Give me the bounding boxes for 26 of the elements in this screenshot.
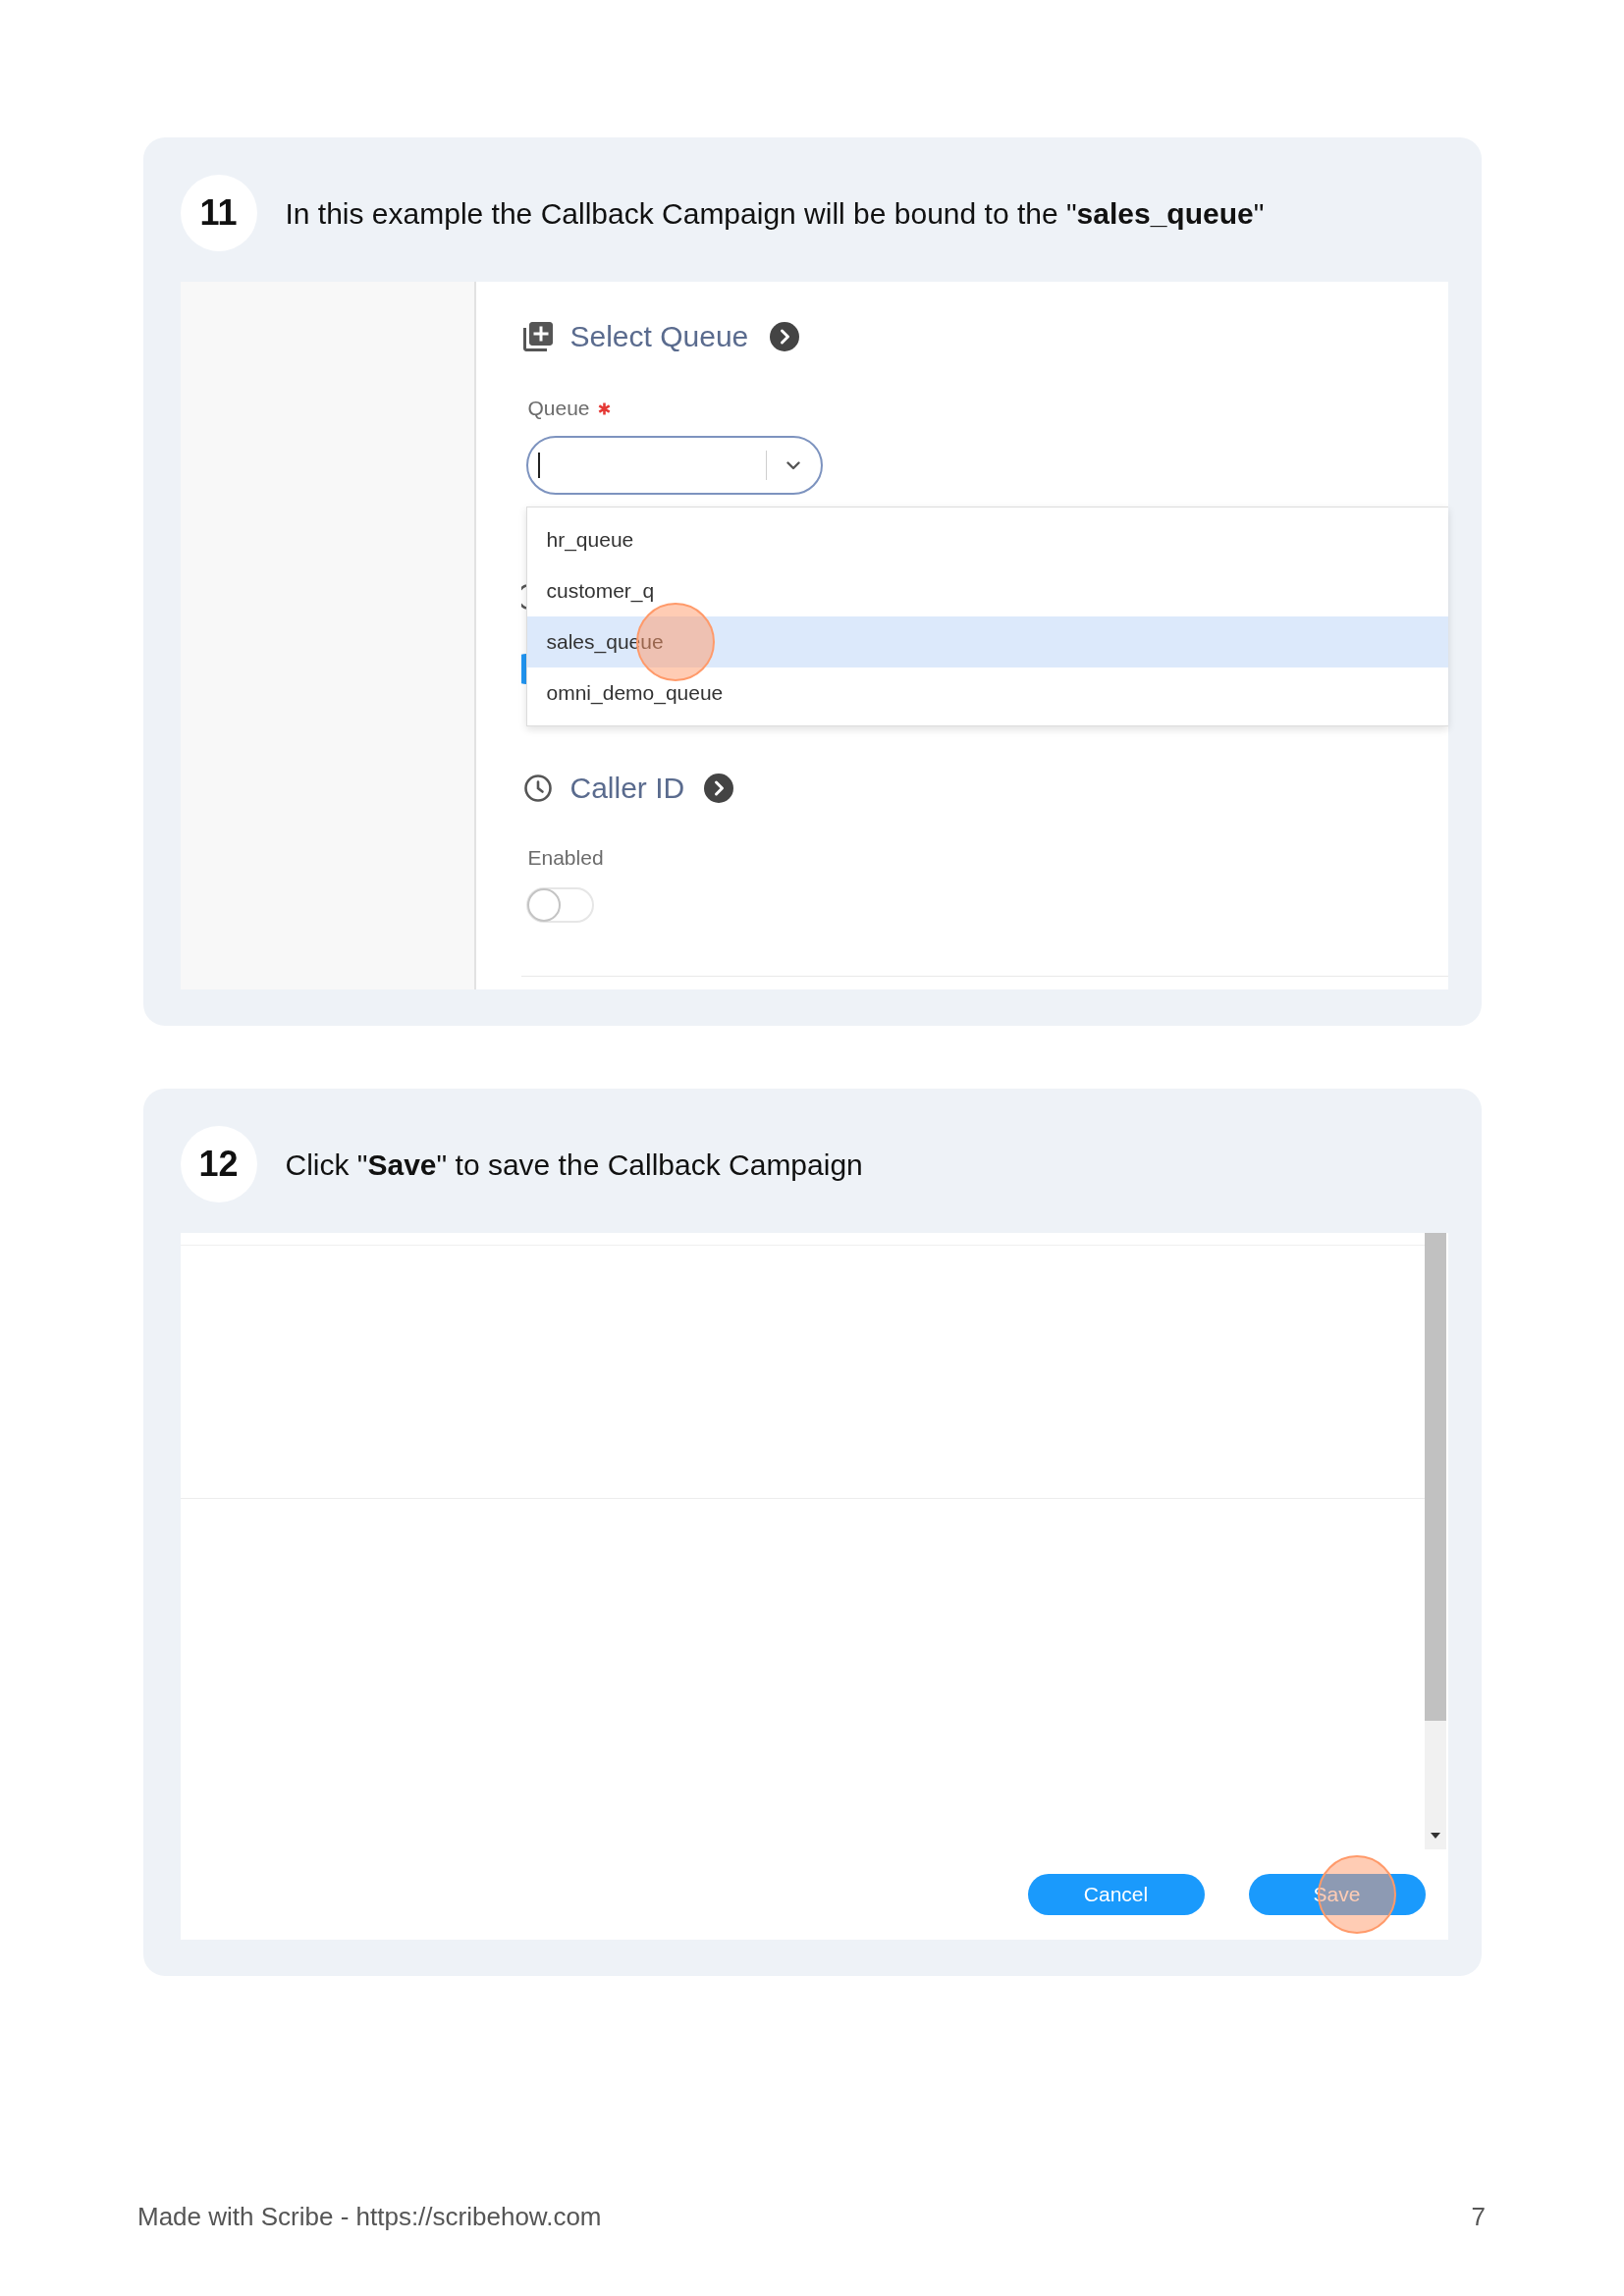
field-label: Queue [527, 396, 590, 421]
footer-credit: Made with Scribe - https://scribehow.com [137, 2201, 602, 2233]
scrollbar[interactable] [1424, 1233, 1446, 1849]
toggle-label: Enabled [527, 845, 604, 871]
section-title: Caller ID [569, 771, 685, 806]
add-box-icon [522, 322, 553, 351]
chevron-circle-icon[interactable] [770, 322, 800, 351]
scroll-down-arrow-icon[interactable] [1430, 1833, 1440, 1839]
chevron-circle-icon[interactable] [704, 774, 734, 803]
dropdown-option[interactable]: customer_q [526, 565, 1448, 616]
text-cursor [537, 453, 540, 478]
step-number: 11 [180, 175, 257, 251]
dropdown-option[interactable]: hr_queue [526, 514, 1448, 565]
scrollbar-thumb[interactable] [1424, 1233, 1446, 1721]
step-number: 12 [180, 1126, 257, 1202]
step-instruction: In this example the Callback Campaign will be bound to the "sales_queue" [285, 195, 1265, 232]
section-title: Select Queue [569, 319, 749, 354]
step-instruction: Click "Save" to save the Callback Campaign [285, 1147, 863, 1183]
toggle-switch[interactable] [525, 887, 594, 923]
covered-toggle-edge [520, 654, 526, 684]
covered-icon-edge [520, 584, 526, 610]
clock-icon [522, 774, 553, 803]
queue-select[interactable] [525, 436, 823, 495]
dropdown-option[interactable]: omni_demo_queue [526, 667, 1448, 719]
chevron-down-icon [786, 460, 800, 470]
page-number: 7 [1471, 2201, 1486, 2233]
